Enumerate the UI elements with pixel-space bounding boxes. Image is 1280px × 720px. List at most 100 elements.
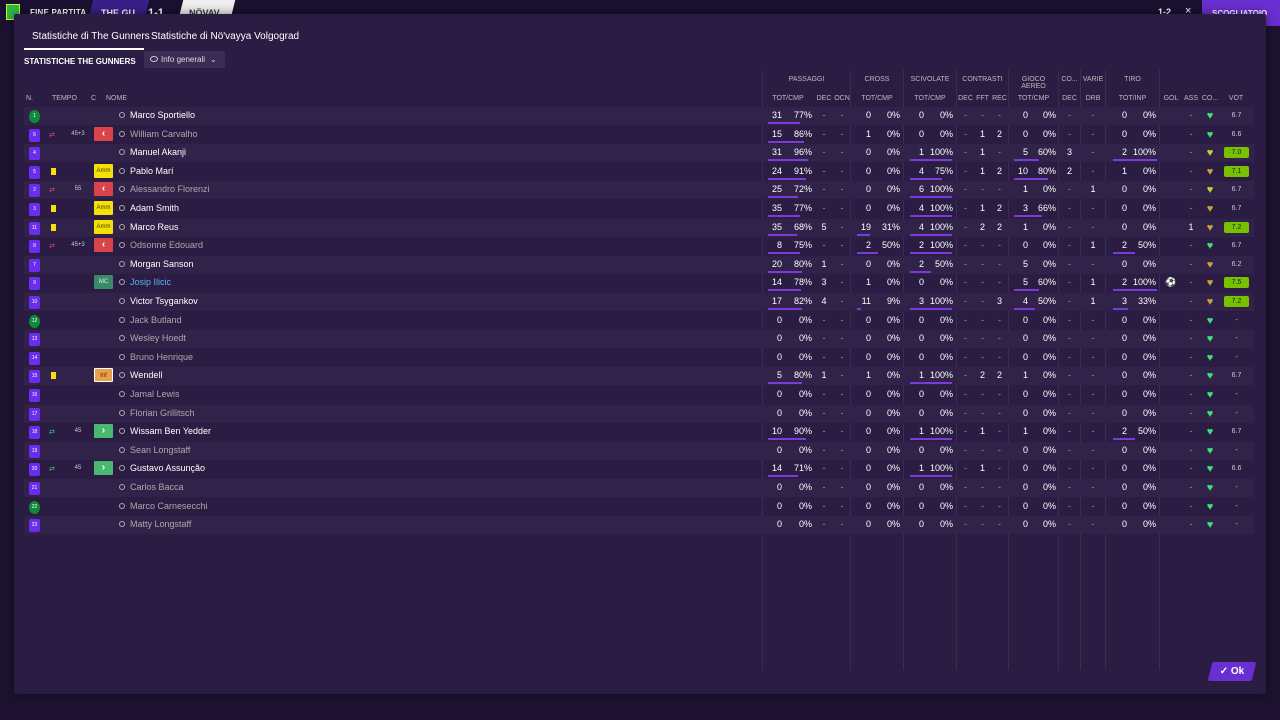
player-row[interactable]: 16 Jamal Lewis 0 0% - -0 0% 0 0% - - -0 0% - -0 0% - ♥ - [24,386,1254,404]
player-profile-icon [119,446,125,453]
tab-gunners-stats[interactable]: Statistiche di The Gunners [32,31,150,42]
player-profile-icon [119,428,125,435]
player-rating: - [1235,409,1238,417]
aerial-dec: - [1068,463,1071,474]
player-row[interactable]: 10 Victor Tsygankov 17 82% 4 - 11 9% 3 100% - - 3 4 50… [24,293,1254,311]
yellow-card-icon [51,372,56,380]
player-name: Florian Grillitsch [130,407,195,418]
role-badge: ‹ [94,126,113,141]
player-row[interactable]: 13 Wesley Hoedt 0 0% - -0 0% 0 0% - - -0 0% - -0 0% - ♥ - [24,330,1254,349]
sub-in-icon: ⇄ [49,466,55,474]
player-name: Wendell [130,370,163,381]
contrasti-rec: - [998,482,1001,492]
contrasti-rec: - [998,147,1001,158]
shirt-number: 22 [29,500,40,514]
player-row[interactable]: 15 Inf Wendell 5 80% 1-1 0% 1 100% -2 2 1 0% - -0 0% - ♥ 6… [24,367,1254,386]
pass-pct: 80% [793,370,812,381]
player-row[interactable]: 14 Bruno Henrique 0 0% - -0 0% 0 0% - - -0 0% - -0 0% - ♥… [24,349,1254,367]
cross-pct: 0% [886,333,900,344]
view-dropdown[interactable]: Info generali ⌄ [144,51,225,68]
player-name: Sean Longstaff [130,444,191,455]
ok-button[interactable]: ✓ Ok [1207,662,1257,681]
tackle-total: 1 [918,463,924,474]
pass-ocn: - [840,203,844,213]
shots-total: 3 [1121,296,1127,306]
header-drb: DRB [1085,95,1101,102]
cross-pct: 0% [886,128,900,139]
player-profile-icon [119,353,125,360]
player-name[interactable]: Josip Ilicic [130,277,171,287]
pass-dec: - [822,444,826,455]
dribbles: 1 [1090,184,1096,195]
cross-pct: 0% [886,500,900,511]
pass-total: 0 [776,333,782,344]
aerial-total: 0 [1022,444,1028,455]
player-profile-icon [119,409,125,416]
player-row[interactable]: 22 Marco Carnesecchi 0 0% - -0 0% 0 0% - - -0 0% - -0 0… [24,498,1254,516]
player-name: Odsonne Edouard [130,240,204,251]
cross-pct: 0% [886,482,900,492]
contrasti-dec: - [964,426,967,437]
player-row[interactable]: 11 Amm Marco Reus 35 68% 5-19 31% 4 100% -2 2 1 0% - -… [24,218,1254,237]
contrasti-rec: - [998,184,1001,195]
cross-total: 19 [860,221,871,232]
aerial-dec: - [1068,351,1071,362]
player-row[interactable]: 8 ⇄ 45+3 ‹ Odsonne Edouard 8 75% - -2 50% 2 100% - - -… [24,237,1254,255]
pass-pct: 77% [793,203,812,213]
player-row[interactable]: 1 Marco Sportiello 31 77% - -0 0% 0 0% - - -0 0% - -0 0… [24,107,1254,125]
assists: - [1189,165,1193,176]
aerial-dec: - [1068,370,1071,381]
tab-opponent-stats[interactable]: Statistiche di Nö'vayya Volgograd [151,31,299,42]
pass-dec: 5 [821,221,827,232]
pass-total: 31 [771,147,782,158]
pass-ocn: - [840,500,844,511]
cross-pct: 0% [886,389,900,399]
player-row[interactable]: 19 Sean Longstaff 0 0% - -0 0% 0 0% - - -0 0% - -0 0% - ♥… [24,441,1254,460]
contrasti-rec: - [998,444,1001,455]
aerial-total: 0 [1022,463,1028,474]
tackle-total: 1 [918,147,924,158]
shots-total: 0 [1121,444,1127,455]
player-row[interactable]: 23 Matty Longstaff 0 0% - -0 0% 0 0% - - -0 0% - -0 0% -… [24,516,1254,535]
player-row[interactable]: 18 ⇄ 45 › Wissam Ben Yedder 10 90% - -0 0% 1 100% -1… [24,423,1254,441]
player-row[interactable]: 7 Morgan Sanson 20 80% 1-0 0% 2 50% - - -5 0% - -0 0% -… [24,255,1254,274]
player-name: Morgan Sanson [130,258,194,269]
player-row[interactable]: 3 Amm Adam Smith 35 77% - -0 0% 4 100% -1 2 3 66% - -0 0… [24,200,1254,218]
tackle-pct: 0% [939,519,953,530]
assists: - [1189,389,1193,399]
player-row[interactable]: 21 Carlos Bacca 0 0% - -0 0% 0 0% - - -0 0% - -0 0% - ♥ - [24,479,1254,497]
player-row[interactable]: 20 ⇄ 45 › Gustavo Assunção 14 71% - -0 0% 1 100% -1-… [24,460,1254,478]
contrasti-rec: 2 [996,370,1002,381]
player-row[interactable]: 5 Amm Pablo Marí 24 91% - -0 0% 4 75% -1 2 10 80% 2-1 0… [24,163,1254,181]
player-row[interactable]: 2 ⇄ 55 ‹ Alessandro Florenzi 25 72% - -0 0% 6 100% -… [24,181,1254,200]
player-name: Marco Sportiello [130,110,196,120]
aerial-dec: - [1068,482,1071,492]
ok-label: ✓ Ok [1219,666,1245,677]
role-badge: ‹ [94,182,113,197]
player-row[interactable]: 9 MC Josip Ilicic 14 78% 3-1 0% 0 0% - - -5 60% -1 2 10… [24,274,1254,292]
assists: - [1189,258,1193,269]
pass-pct-bar [768,122,800,124]
tackle-pct: 0% [939,314,953,325]
cross-total: 1 [865,370,871,381]
player-name: Gustavo Assunção [130,463,206,474]
shots-total: 2 [1121,277,1127,288]
role-badge: Amm [94,163,113,178]
yellow-card-icon [51,205,56,212]
pass-total: 17 [771,296,782,306]
player-row[interactable]: 12 Jack Butland 0 0% - -0 0% 0 0% - - -0 0% - -0 0% - ♥ - [24,312,1254,330]
player-row[interactable]: 6 ⇄ 45+3 ‹ William Carvalho 15 86% - -1 0% 0 0% -1 2 0… [24,126,1254,144]
contrasti-rec: - [998,351,1001,362]
assists: - [1189,333,1193,344]
cross-total: 0 [865,407,871,418]
pass-dec: - [822,426,826,437]
role-badge: › [94,424,113,439]
header-tempo: TEMPO [52,95,77,102]
tackle-total: 0 [918,333,924,344]
pass-total: 0 [776,444,782,455]
player-row[interactable]: 17 Florian Grillitsch 0 0% - -0 0% 0 0% - - -0 0% - -0… [24,404,1254,423]
cross-pct-bar [857,233,870,236]
eye-icon [150,56,158,62]
player-row[interactable]: 4 Manuel Akanji 31 96% - -0 0% 1 100% -1-5 60% 3-2 1… [24,144,1254,163]
shots-total: 0 [1121,463,1127,474]
